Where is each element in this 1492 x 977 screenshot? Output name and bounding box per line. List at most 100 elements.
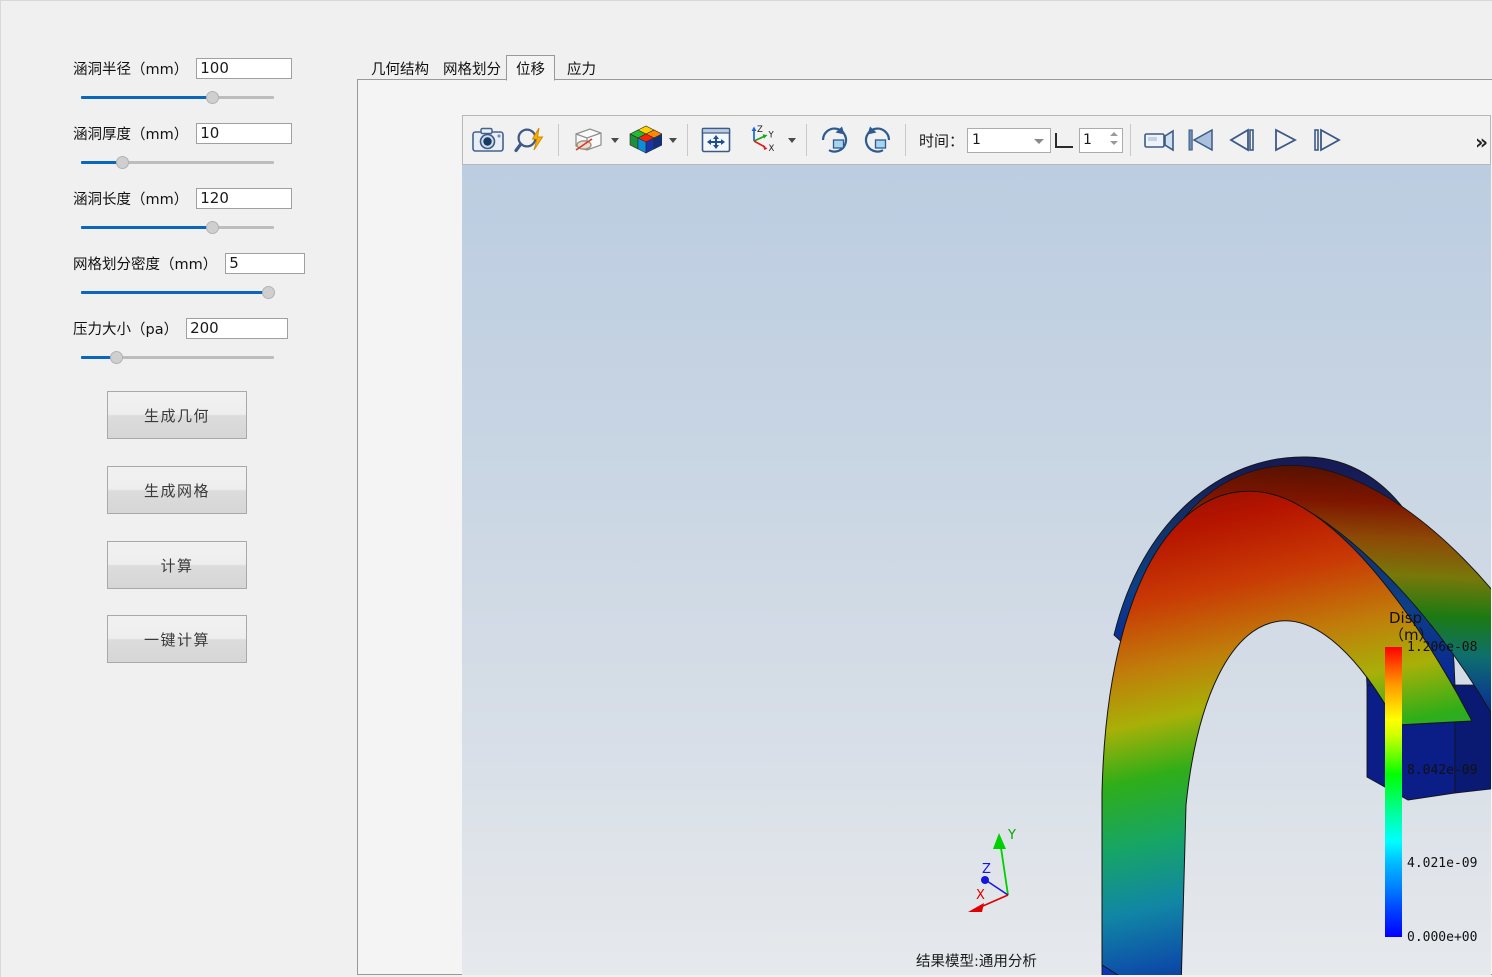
chevron-down-icon[interactable] bbox=[788, 137, 796, 143]
tab-stress[interactable]: 应力 bbox=[557, 55, 606, 81]
skip-to-start-icon bbox=[1188, 128, 1213, 152]
skip-to-start-button[interactable] bbox=[1180, 119, 1222, 161]
input-culvert-length[interactable] bbox=[196, 187, 293, 209]
axis-orientation-icon: Z Y X bbox=[751, 125, 775, 154]
toolbar-separator bbox=[905, 124, 906, 156]
play-button[interactable] bbox=[1264, 119, 1306, 161]
slider-thumb[interactable] bbox=[262, 286, 276, 299]
svg-text:X: X bbox=[769, 144, 775, 154]
compute-button[interactable]: 计算 bbox=[107, 541, 247, 589]
step-back-icon bbox=[1229, 128, 1254, 152]
slider-thumb[interactable] bbox=[206, 221, 220, 234]
param-group-pressure: 压力大小（pa） bbox=[1, 316, 353, 365]
svg-text:Z: Z bbox=[757, 125, 763, 135]
rotate-ccw-icon bbox=[864, 126, 891, 153]
legend-tick-mid: 4.021e-09 bbox=[1407, 856, 1478, 871]
rotate-ccw-button[interactable] bbox=[856, 119, 898, 161]
hide-object-icon bbox=[575, 128, 602, 151]
application-window: 涵洞半径（mm） 涵洞厚度（mm） 涵洞长度（mm） bbox=[0, 0, 1492, 977]
step-back-button[interactable] bbox=[1222, 119, 1264, 161]
rotate-cw-button[interactable] bbox=[814, 119, 856, 161]
one-click-compute-button[interactable]: 一键计算 bbox=[107, 615, 247, 663]
viewport-3d[interactable]: Y Z X Disp （m） 1.206e-08 8.042e-09 4.021… bbox=[462, 165, 1491, 975]
label-mesh-density: 网格划分密度（mm） bbox=[73, 256, 218, 273]
input-culvert-thickness[interactable] bbox=[196, 122, 293, 144]
slider-fill bbox=[81, 291, 269, 294]
viewer-toolbar: Z Y X 时间： 1 1 » bbox=[462, 115, 1491, 165]
view-status-text: 结果模型:通用分析 bbox=[916, 954, 1037, 970]
axis-x-arrow bbox=[968, 903, 984, 912]
corner-marker-icon bbox=[1055, 132, 1074, 148]
label-culvert-thickness: 涵洞厚度（mm） bbox=[73, 126, 189, 143]
legend-title-line1: Disp bbox=[1389, 609, 1423, 627]
time-label: 时间： bbox=[919, 131, 965, 150]
toolbar-separator bbox=[806, 124, 807, 156]
slider-pressure[interactable] bbox=[81, 349, 274, 365]
param-group-culvert-thickness: 涵洞厚度（mm） bbox=[1, 121, 353, 170]
fit-view-icon bbox=[701, 127, 731, 153]
input-culvert-radius[interactable] bbox=[196, 57, 293, 79]
slider-culvert-thickness[interactable] bbox=[81, 154, 274, 170]
slider-culvert-length[interactable] bbox=[81, 219, 274, 235]
tab-mesh[interactable]: 网格划分 bbox=[433, 55, 511, 81]
play-icon bbox=[1275, 128, 1297, 152]
legend-title: Disp （m） bbox=[1379, 610, 1485, 644]
axis-triad: Y Z X bbox=[960, 823, 1040, 913]
spinner-down-icon[interactable] bbox=[1110, 140, 1119, 145]
axis-z-label: Z bbox=[982, 862, 991, 877]
spinner-up-icon[interactable] bbox=[1110, 131, 1119, 136]
color-cube-button[interactable] bbox=[622, 119, 666, 161]
toolbar-separator bbox=[558, 124, 559, 156]
rotate-cw-icon bbox=[821, 126, 848, 153]
param-group-culvert-radius: 涵洞半径（mm） bbox=[1, 56, 353, 105]
tab-displacement[interactable]: 位移 bbox=[506, 55, 555, 81]
legend-colorbar bbox=[1385, 647, 1402, 937]
color-cube-icon bbox=[629, 125, 662, 154]
slider-thumb[interactable] bbox=[115, 156, 129, 169]
slider-thumb[interactable] bbox=[109, 351, 123, 364]
label-culvert-radius: 涵洞半径（mm） bbox=[73, 61, 189, 78]
axis-y-label: Y bbox=[1007, 828, 1016, 843]
step-spinner[interactable]: 1 bbox=[1079, 127, 1124, 153]
record-button[interactable] bbox=[1138, 119, 1180, 161]
label-pressure: 压力大小（pa） bbox=[73, 321, 179, 338]
input-pressure[interactable] bbox=[186, 317, 289, 339]
toolbar-separator bbox=[687, 124, 688, 156]
slider-thumb[interactable] bbox=[206, 91, 220, 104]
slider-fill bbox=[81, 226, 213, 229]
tab-geometry[interactable]: 几何结构 bbox=[361, 55, 439, 81]
spinner-arrows[interactable] bbox=[1110, 131, 1119, 145]
time-select[interactable]: 1 bbox=[967, 127, 1052, 153]
label-culvert-length: 涵洞长度（mm） bbox=[73, 191, 189, 208]
tab-bar: 几何结构 网格划分 位移 应力 bbox=[353, 55, 1492, 81]
camera-button[interactable] bbox=[467, 119, 509, 161]
slider-culvert-radius[interactable] bbox=[81, 89, 274, 105]
slider-mesh-density[interactable] bbox=[81, 284, 276, 300]
zoom-lightning-button[interactable] bbox=[509, 119, 551, 161]
color-legend: Disp （m） 1.206e-08 8.042e-09 4.021e-09 0… bbox=[1379, 610, 1485, 945]
hide-object-button[interactable] bbox=[566, 119, 608, 161]
record-icon bbox=[1144, 129, 1174, 152]
chevron-down-icon[interactable] bbox=[611, 137, 619, 143]
svg-text:Y: Y bbox=[768, 131, 775, 141]
input-mesh-density[interactable] bbox=[225, 252, 306, 274]
slider-fill bbox=[81, 96, 213, 99]
zoom-lightning-icon bbox=[514, 127, 544, 153]
step-forward-button[interactable] bbox=[1306, 119, 1348, 161]
axis-x-label: X bbox=[976, 888, 985, 903]
legend-tick-high: 8.042e-09 bbox=[1407, 763, 1478, 778]
chevron-down-icon bbox=[1034, 138, 1045, 144]
axis-z-line bbox=[986, 880, 1009, 896]
chevron-down-icon[interactable] bbox=[669, 137, 677, 143]
step-forward-icon bbox=[1314, 128, 1341, 152]
generate-geometry-button[interactable]: 生成几何 bbox=[107, 391, 247, 439]
legend-body: 1.206e-08 8.042e-09 4.021e-09 0.000e+00 bbox=[1379, 640, 1485, 945]
fit-view-button[interactable] bbox=[695, 119, 737, 161]
generate-mesh-button[interactable]: 生成网格 bbox=[107, 466, 247, 514]
axis-orientation-button[interactable]: Z Y X bbox=[737, 119, 785, 161]
time-select-value: 1 bbox=[972, 132, 981, 148]
param-group-culvert-length: 涵洞长度（mm） bbox=[1, 186, 353, 235]
toolbar-overflow-button[interactable]: » bbox=[1475, 130, 1488, 154]
displacement-tab-panel: Z Y X 时间： 1 1 » Y Z X Disp （m） 1.206e-08… bbox=[357, 79, 1492, 975]
axis-y-line bbox=[999, 840, 1009, 896]
